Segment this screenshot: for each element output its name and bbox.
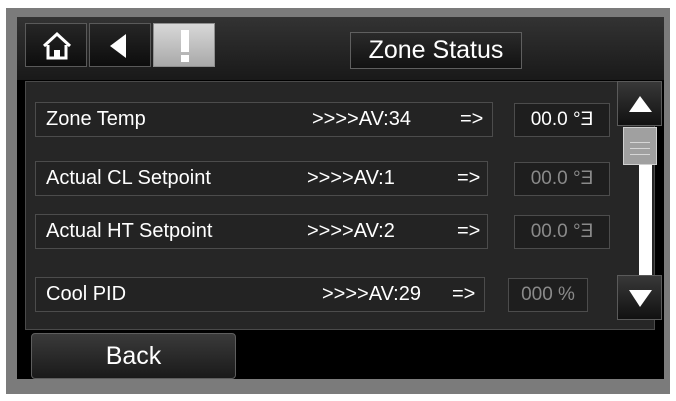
zone-temp-value[interactable]: 00.0 °Ǝ (514, 103, 610, 137)
back-nav-button[interactable] (89, 23, 151, 67)
scroll-thumb[interactable] (623, 127, 657, 165)
row-cool-pid: Cool PID >>>>AV:29 => (35, 277, 485, 312)
alarm-button[interactable] (153, 23, 215, 67)
row-actual-cl-setpoint: Actual CL Setpoint >>>>AV:1 => (35, 161, 488, 196)
down-arrow-icon (629, 290, 652, 307)
row-ref: >>>>AV:2 (307, 220, 395, 242)
row-arrow: => (460, 108, 484, 130)
cool-pid-value[interactable]: 000 % (508, 278, 588, 312)
up-arrow-icon (629, 96, 652, 112)
screen: Zone Status Zone Temp >>>>AV:34 => 00.0 … (17, 17, 664, 379)
home-button[interactable] (25, 23, 87, 67)
exclamation-icon (181, 30, 189, 62)
row-arrow: => (457, 167, 481, 189)
header-bar: Zone Status (17, 17, 664, 80)
row-actual-ht-setpoint: Actual HT Setpoint >>>>AV:2 => (35, 214, 488, 249)
back-button[interactable]: Back (31, 333, 236, 379)
page-title: Zone Status (350, 32, 522, 69)
row-label: Cool PID (46, 283, 127, 305)
row-label: Actual HT Setpoint (46, 220, 213, 242)
back-arrow-icon (110, 34, 126, 58)
actual-ht-setpoint-value[interactable]: 00.0 °Ǝ (514, 215, 610, 249)
row-label: Zone Temp (46, 108, 146, 130)
scroll-down-button[interactable] (617, 275, 662, 320)
footer-bar: Back (17, 331, 664, 379)
row-label: Actual CL Setpoint (46, 167, 211, 189)
row-zone-temp: Zone Temp >>>>AV:34 => (35, 102, 493, 137)
home-icon (42, 31, 72, 60)
row-ref: >>>>AV:1 (307, 167, 395, 189)
row-ref: >>>>AV:34 (312, 108, 411, 130)
row-arrow: => (457, 220, 481, 242)
actual-cl-setpoint-value[interactable]: 00.0 °Ǝ (514, 162, 610, 196)
row-arrow: => (452, 283, 476, 305)
scroll-up-button[interactable] (617, 81, 662, 126)
row-ref: >>>>AV:29 (322, 283, 421, 305)
